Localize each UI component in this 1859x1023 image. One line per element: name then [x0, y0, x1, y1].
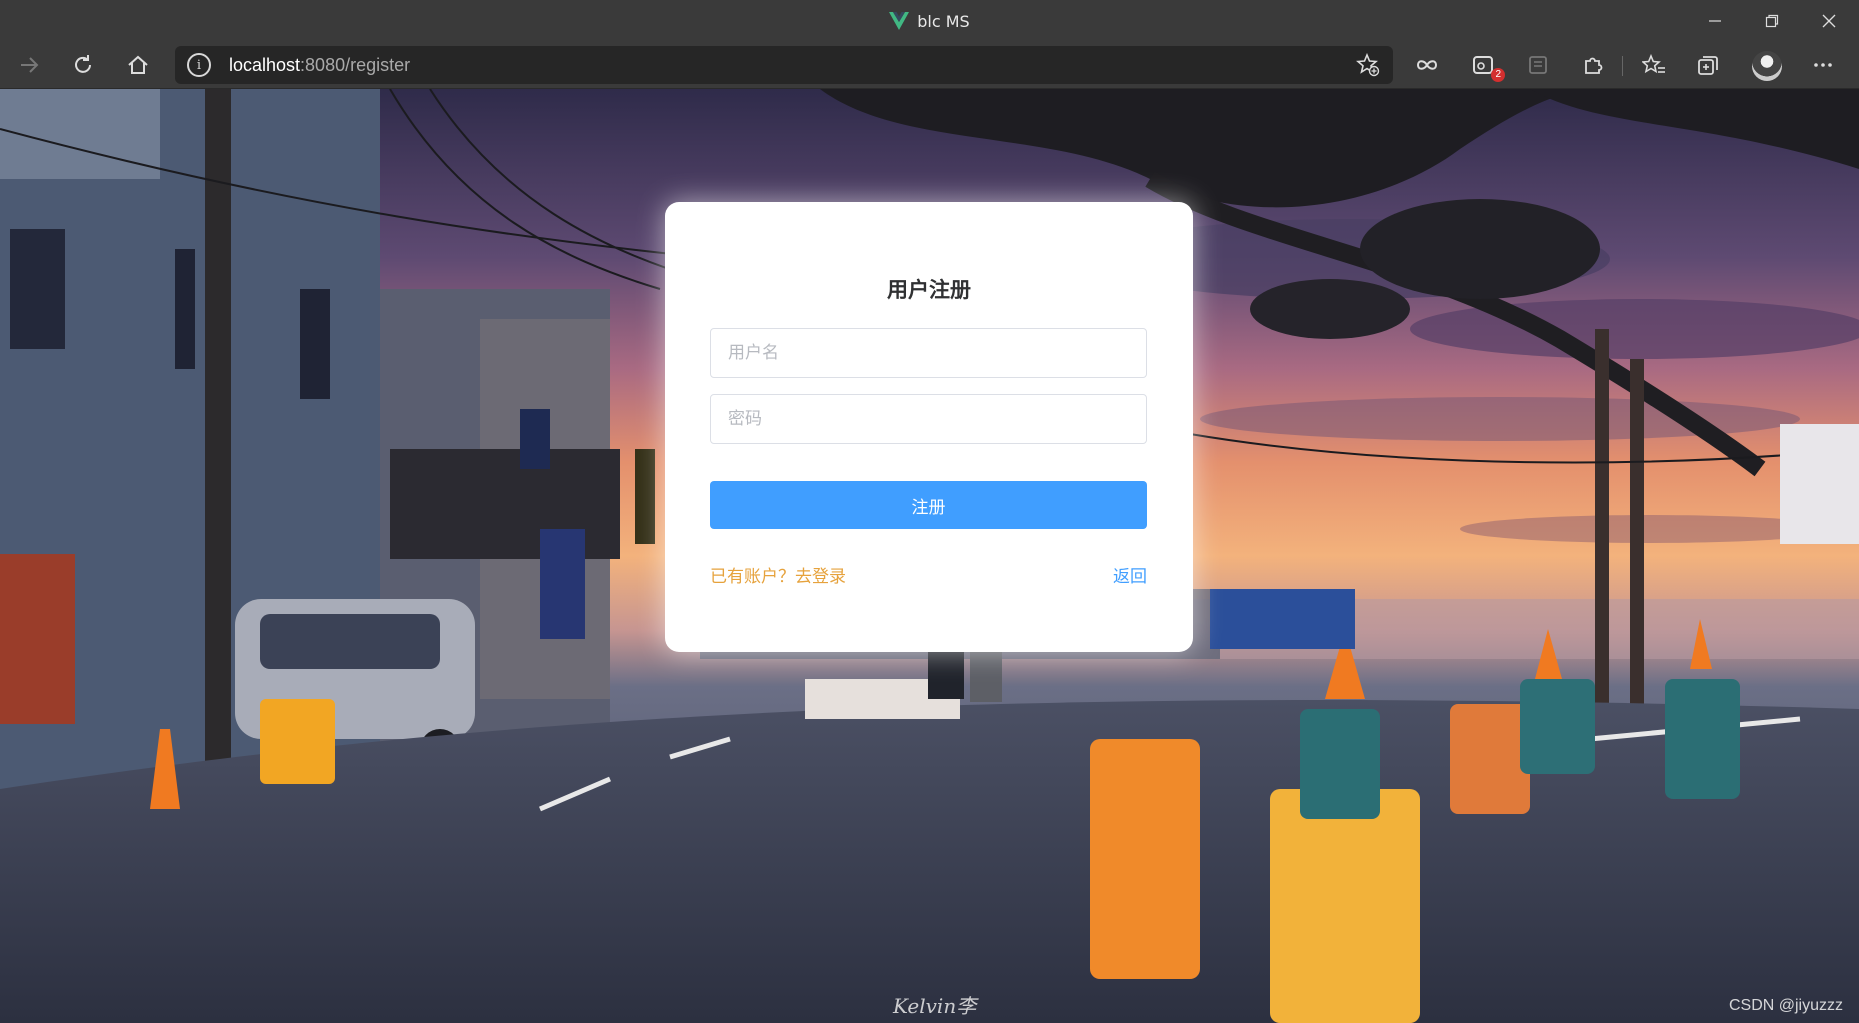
- url-path: :8080/register: [300, 55, 411, 75]
- close-icon: [1822, 14, 1836, 28]
- site-info-icon[interactable]: i: [187, 53, 211, 77]
- extension-badge: 2: [1491, 68, 1505, 82]
- restore-button[interactable]: [1744, 0, 1800, 42]
- url-host: localhost: [229, 55, 301, 75]
- home-button[interactable]: [120, 48, 156, 82]
- url-text[interactable]: localhost:8080/register: [229, 46, 410, 84]
- register-button[interactable]: 注册: [710, 481, 1147, 529]
- more-icon: [1814, 63, 1832, 67]
- add-favorite-icon: [1356, 53, 1380, 77]
- restore-icon: [1765, 14, 1779, 28]
- window-titlebar: blc MS: [0, 0, 1859, 42]
- window-title: blc MS: [0, 0, 1859, 42]
- forward-button[interactable]: [11, 48, 47, 82]
- photographer-signature: Kelvin李: [893, 994, 977, 1018]
- extension-button[interactable]: 2: [1465, 48, 1505, 82]
- register-card: 用户注册 注册 已有账户？去登录 返回: [665, 202, 1193, 652]
- go-login-link[interactable]: 已有账户？去登录: [710, 562, 846, 587]
- reading-view-button[interactable]: [1520, 48, 1556, 82]
- address-bar[interactable]: i localhost:8080/register: [175, 46, 1393, 84]
- arrow-right-icon: [21, 57, 39, 73]
- browser-toolbar: i localhost:8080/register 2: [0, 42, 1859, 89]
- add-favorite-button[interactable]: [1353, 50, 1383, 80]
- reading-view-icon: [1529, 56, 1547, 74]
- page-viewport: 用户注册 注册 已有账户？去登录 返回 Kelvin李 CSDN @jiyuzz…: [0, 89, 1859, 1023]
- window-title-text: blc MS: [917, 11, 970, 31]
- collections-icon: [1698, 56, 1718, 75]
- profile-avatar[interactable]: [1752, 51, 1782, 81]
- password-input[interactable]: [710, 394, 1147, 444]
- favorites-button[interactable]: [1636, 48, 1672, 82]
- toolbar-divider: [1622, 56, 1623, 76]
- back-link[interactable]: 返回: [1113, 562, 1147, 587]
- infinity-icon: [1416, 60, 1438, 70]
- minimize-button[interactable]: [1687, 0, 1743, 42]
- infinity-extension-button[interactable]: [1409, 48, 1445, 82]
- reload-button[interactable]: [65, 48, 101, 82]
- vue-logo-icon: [889, 12, 910, 30]
- settings-menu-button[interactable]: [1805, 48, 1841, 82]
- favorites-icon: [1642, 54, 1665, 74]
- collections-button[interactable]: [1690, 48, 1726, 82]
- csdn-watermark: CSDN @jiyuzzz: [1728, 997, 1843, 1014]
- home-icon: [128, 55, 148, 74]
- page-title: 用户注册: [887, 278, 971, 302]
- minimize-icon: [1709, 20, 1721, 22]
- close-button[interactable]: [1801, 0, 1857, 42]
- extensions-button[interactable]: [1575, 48, 1611, 82]
- username-input[interactable]: [710, 328, 1147, 378]
- reload-icon: [75, 55, 91, 73]
- puzzle-icon: [1585, 57, 1603, 74]
